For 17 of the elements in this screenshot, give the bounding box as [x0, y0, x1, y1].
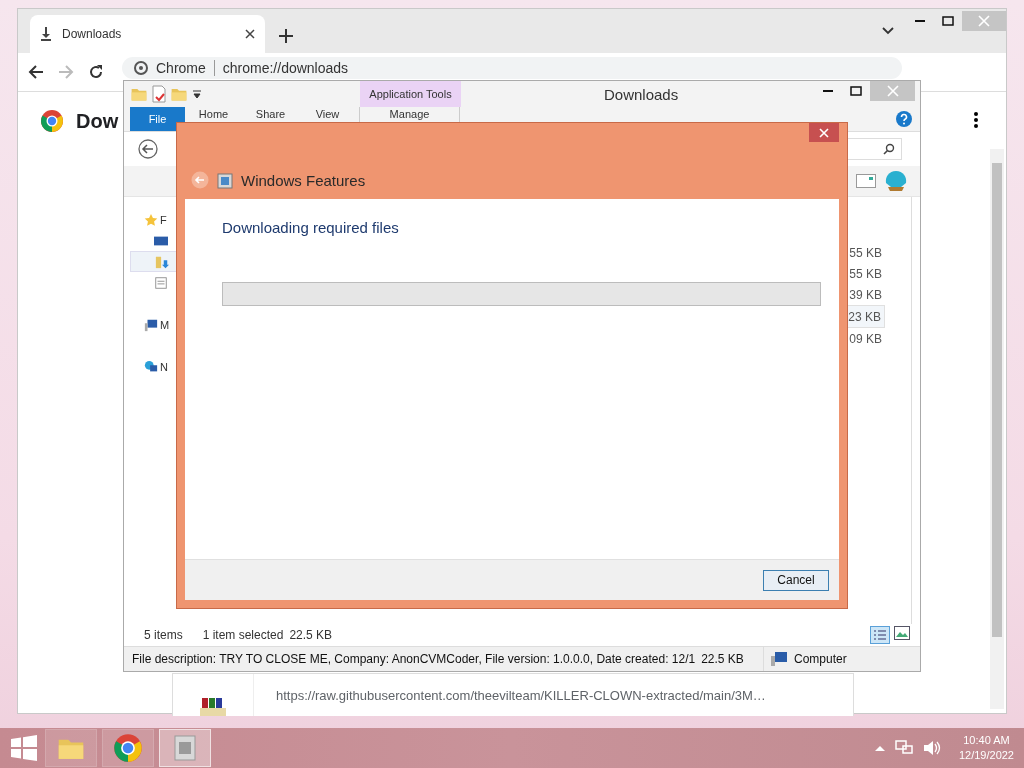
page-title: Dow [76, 109, 119, 133]
file-size: 22.5 KB [701, 652, 744, 666]
dialog-title: Windows Features [241, 172, 366, 189]
contextual-tab-header: Application Tools [360, 81, 461, 107]
site-label: Chrome [156, 60, 206, 76]
item-count: 5 items [144, 628, 183, 642]
url-text: chrome://downloads [222, 60, 349, 76]
status-heading: Downloading required files [222, 219, 400, 236]
nav-label: N [160, 360, 168, 373]
nav-label: M [160, 318, 170, 331]
selection-size: 22.5 KB [289, 628, 333, 642]
nav-label: F [160, 213, 167, 226]
tab-title: Downloads [62, 27, 123, 41]
selection-info: 1 item selected [202, 628, 284, 642]
location-label: Computer [794, 652, 847, 666]
file-description: File description: TRY TO CLOSE ME, Company: AnonCVMCoder, File version: 1.0.0.0, Date created: 12/1 [132, 652, 696, 666]
window-title: Downloads [604, 86, 679, 103]
